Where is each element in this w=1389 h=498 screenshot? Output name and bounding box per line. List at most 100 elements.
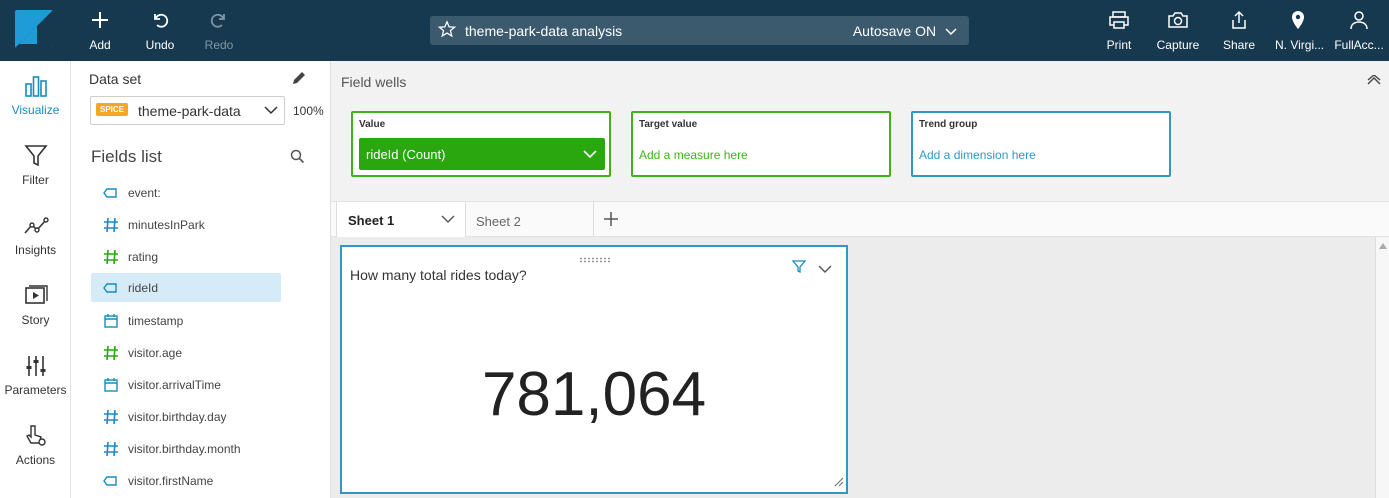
- field-item[interactable]: event:: [91, 178, 281, 207]
- edit-pencil-icon[interactable]: [291, 70, 307, 89]
- user-icon: [1334, 10, 1384, 34]
- nav-parameters[interactable]: Parameters: [0, 353, 71, 397]
- calendar-icon: [103, 377, 119, 393]
- spice-percent: 100%: [293, 104, 324, 118]
- redo-button[interactable]: Redo: [203, 10, 235, 52]
- measure-hash-icon: [103, 409, 119, 425]
- chevron-down-icon: [264, 103, 278, 120]
- funnel-icon[interactable]: [791, 260, 807, 277]
- search-icon[interactable]: [290, 149, 305, 167]
- field-name: timestamp: [128, 314, 184, 328]
- pointer-gear-icon: [0, 423, 71, 451]
- printer-icon: [1104, 10, 1134, 34]
- trend-well-label: Trend group: [919, 119, 978, 130]
- story-icon: [0, 283, 71, 311]
- field-item[interactable]: visitor.firstName: [91, 466, 281, 495]
- nav-insights[interactable]: Insights: [0, 213, 71, 257]
- capture-button[interactable]: Capture: [1155, 10, 1201, 52]
- chevron-down-icon[interactable]: [441, 212, 455, 227]
- star-icon[interactable]: [437, 20, 457, 41]
- target-well-placeholder: Add a measure here: [639, 148, 748, 162]
- dataset-select[interactable]: SPICE theme-park-data: [90, 96, 285, 125]
- target-value-well[interactable]: Target value Add a measure here: [631, 111, 891, 177]
- vertical-scrollbar[interactable]: [1375, 237, 1389, 498]
- print-label: Print: [1106, 38, 1132, 52]
- chevron-down-icon[interactable]: [818, 262, 832, 277]
- region-selector[interactable]: N. Virgi...: [1275, 10, 1324, 52]
- redo-icon: [203, 10, 235, 34]
- share-icon: [1222, 10, 1256, 34]
- trend-well-placeholder: Add a dimension here: [919, 148, 1036, 162]
- dataset-label: Data set: [89, 71, 142, 87]
- nav-actions[interactable]: Actions: [0, 423, 71, 467]
- plus-icon: [86, 10, 114, 34]
- tab-label: Sheet 1: [348, 213, 395, 228]
- sheet-tabs: Sheet 1 Sheet 2: [331, 201, 1389, 238]
- visual-title[interactable]: How many total rides today?: [350, 267, 527, 283]
- print-button[interactable]: Print: [1104, 10, 1134, 52]
- field-name: visitor.birthday.month: [128, 442, 241, 456]
- autosave-dropdown[interactable]: Autosave ON: [853, 23, 957, 39]
- resize-handle-icon[interactable]: [834, 475, 844, 490]
- fields-list-title: Fields list: [91, 147, 162, 166]
- autosave-label: Autosave ON: [852, 23, 937, 39]
- nav-label: Story: [21, 313, 50, 327]
- tab-label: Sheet 2: [476, 214, 521, 229]
- add-sheet-plus-icon[interactable]: [603, 211, 619, 230]
- undo-label: Undo: [145, 38, 175, 52]
- field-name: event:: [128, 186, 161, 200]
- nav-label: Visualize: [11, 103, 60, 117]
- analysis-title-bar[interactable]: theme-park-data analysis Autosave ON: [430, 16, 969, 45]
- analysis-title[interactable]: theme-park-data analysis: [465, 23, 622, 39]
- tab-sheet-1[interactable]: Sheet 1: [336, 202, 466, 238]
- nav-label: Parameters: [4, 383, 67, 397]
- kpi-visual[interactable]: How many total rides today? 781,064: [340, 245, 848, 494]
- field-item[interactable]: visitor.arrivalTime: [91, 370, 281, 399]
- measure-hash-icon: [103, 217, 119, 233]
- nav-filter[interactable]: Filter: [0, 143, 71, 187]
- scroll-up-arrow-icon[interactable]: [1376, 241, 1389, 251]
- chevron-down-icon: [945, 28, 957, 36]
- field-item[interactable]: timestamp: [91, 306, 281, 335]
- field-name: visitor.age: [128, 346, 183, 360]
- value-field-name: rideId (Count): [366, 147, 446, 162]
- analysis-workspace: Field wells Value rideId (Count) Target …: [331, 61, 1389, 498]
- field-name: visitor.firstName: [128, 474, 214, 488]
- bar-chart-icon: [0, 73, 71, 101]
- target-well-label: Target value: [639, 119, 698, 130]
- nav-label: Insights: [14, 243, 57, 257]
- value-field-pill[interactable]: rideId (Count): [359, 138, 605, 170]
- kpi-value: 781,064: [481, 360, 707, 429]
- sheet-canvas: How many total rides today? 781,064: [331, 237, 1389, 498]
- funnel-icon: [0, 143, 71, 171]
- add-button[interactable]: Add: [86, 10, 114, 52]
- tab-sheet-2[interactable]: Sheet 2: [466, 202, 594, 237]
- measure-hash-icon: [103, 441, 119, 457]
- chevron-down-icon[interactable]: [583, 147, 597, 162]
- add-label: Add: [89, 38, 111, 52]
- collapse-chevron-up-icon[interactable]: [1367, 73, 1381, 88]
- redo-label: Redo: [204, 38, 234, 52]
- nav-label: Filter: [22, 173, 49, 187]
- field-name: minutesInPark: [128, 218, 205, 232]
- field-item[interactable]: visitor.age: [91, 338, 281, 367]
- drag-handle-icon[interactable]: [580, 251, 610, 263]
- insights-icon: [0, 213, 71, 241]
- field-item[interactable]: visitor.birthday.month: [91, 434, 281, 463]
- share-button[interactable]: Share: [1222, 10, 1256, 52]
- nav-visualize[interactable]: Visualize: [0, 73, 71, 117]
- sliders-icon: [0, 353, 71, 381]
- nav-story[interactable]: Story: [0, 283, 71, 327]
- field-item[interactable]: minutesInPark: [91, 210, 281, 239]
- undo-button[interactable]: Undo: [144, 10, 176, 52]
- camera-icon: [1155, 10, 1201, 34]
- field-item-selected[interactable]: rideId: [91, 273, 281, 302]
- trend-group-well[interactable]: Trend group Add a dimension here: [911, 111, 1171, 177]
- account-menu[interactable]: FullAcc...: [1334, 10, 1384, 52]
- value-well[interactable]: Value rideId (Count): [351, 111, 611, 177]
- field-name: visitor.arrivalTime: [128, 378, 221, 392]
- dimension-tag-icon: [103, 185, 119, 201]
- field-item[interactable]: rating: [91, 242, 281, 271]
- field-item[interactable]: visitor.birthday.day: [91, 402, 281, 431]
- dimension-tag-icon: [103, 280, 119, 296]
